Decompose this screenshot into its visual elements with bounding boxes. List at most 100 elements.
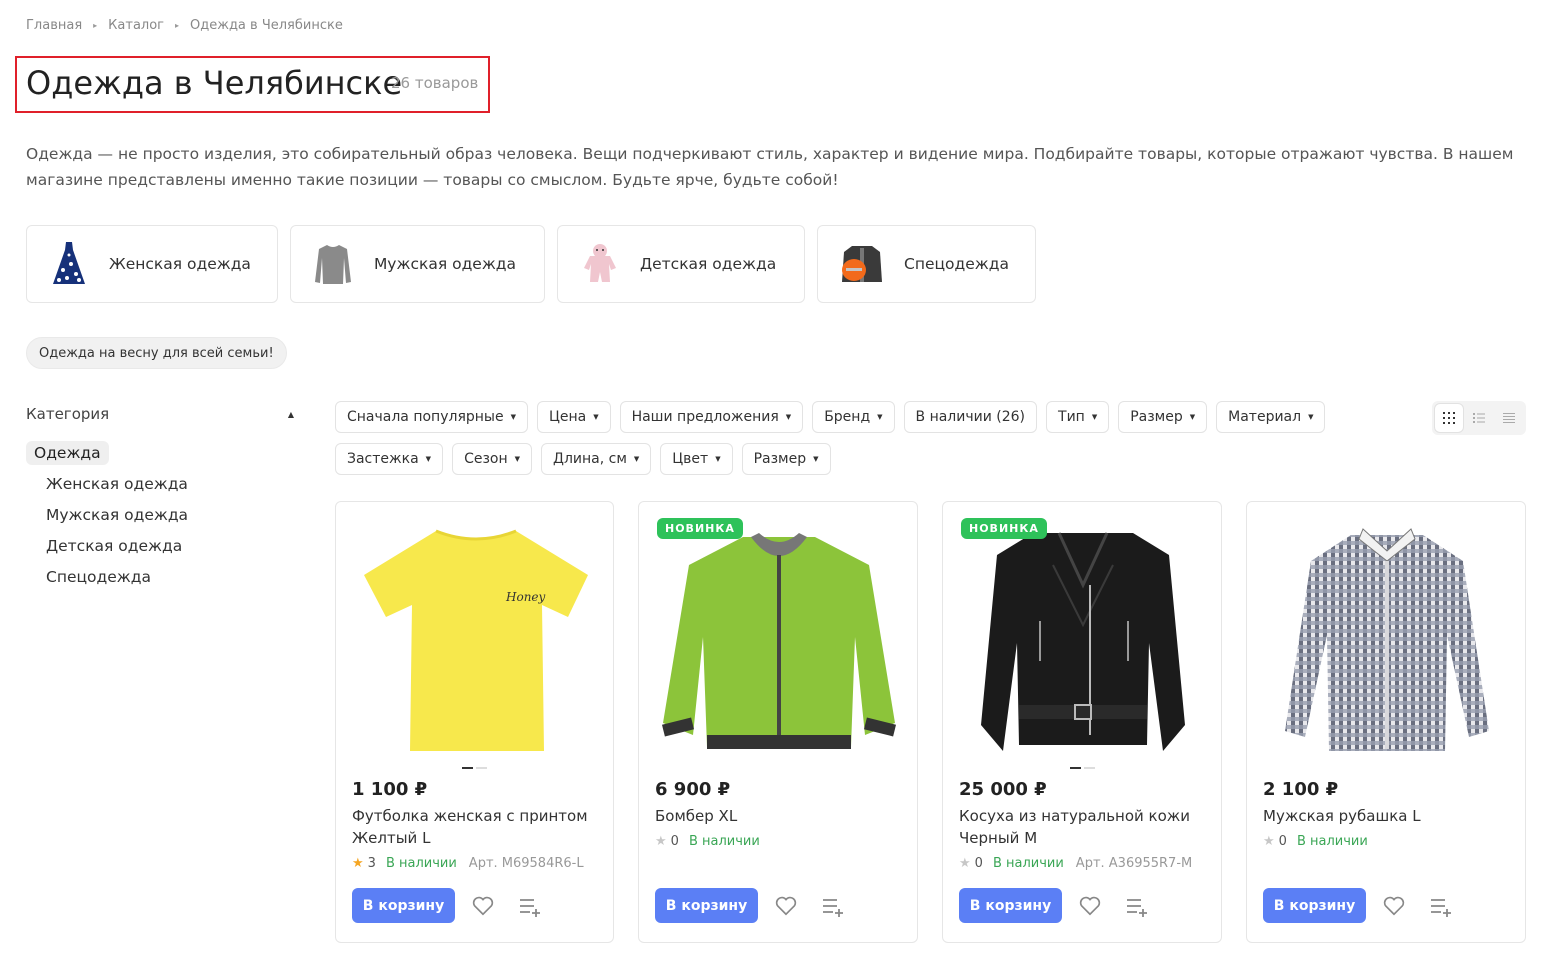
dropdown-arrow-icon: ▼ xyxy=(514,455,521,463)
product-meta: ★ 3 В наличии Арт. M69584R6-L xyxy=(352,856,584,871)
add-to-cart-button[interactable]: В корзину xyxy=(352,888,455,923)
filter-season[interactable]: Сезон ▼ xyxy=(452,443,533,475)
filter-size[interactable]: Размер ▼ xyxy=(1118,401,1208,433)
heart-icon[interactable] xyxy=(775,895,797,917)
page-title: Одежда в Челябинске xyxy=(26,64,403,102)
compare-icon[interactable] xyxy=(1429,895,1453,917)
dropdown-arrow-icon: ▼ xyxy=(813,455,819,463)
heart-icon[interactable] xyxy=(1383,895,1405,917)
chip-label: Цена xyxy=(548,409,587,425)
filter-price[interactable]: Цена ▼ xyxy=(536,401,611,433)
sidebar-item-kids[interactable]: Детская одежда xyxy=(26,531,296,562)
sidebar-item-workwear[interactable]: Спецодежда xyxy=(26,562,296,593)
category-filter-title: Категория xyxy=(26,405,110,423)
star-icon: ★ xyxy=(655,834,667,849)
breadcrumb-catalog[interactable]: Каталог xyxy=(108,18,164,33)
stock-status: В наличии xyxy=(1296,834,1368,849)
svg-text:Honey: Honey xyxy=(505,590,546,604)
workwear-icon xyxy=(840,239,884,289)
tile-workwear[interactable]: Спецодежда xyxy=(817,225,1036,303)
filter-size-2[interactable]: Размер ▼ xyxy=(741,443,831,475)
compare-icon[interactable] xyxy=(821,895,845,917)
filter-offers[interactable]: Наши предложения ▼ xyxy=(619,401,804,433)
promo-tag[interactable]: Одежда на весну для всей семьи! xyxy=(26,337,287,369)
product-count: 26 товаров xyxy=(391,74,479,92)
chip-label: Бренд xyxy=(824,409,871,425)
breadcrumb-separator-icon: ▸ xyxy=(93,21,98,30)
subcategory-tiles: Женская одежда Мужская одежда Детская од… xyxy=(26,225,1036,303)
chip-label: Сначала популярные xyxy=(347,409,504,425)
product-rating: 0 xyxy=(670,834,679,849)
product-meta: ★ 0 В наличии xyxy=(1263,834,1380,849)
compare-icon[interactable] xyxy=(1125,895,1149,917)
filter-length[interactable]: Длина, см ▼ xyxy=(541,443,652,475)
product-card[interactable]: НОВИНКА 25 000 ₽ Косуха из натуральной к… xyxy=(942,501,1222,943)
category-filter-header[interactable]: Категория ▲ xyxy=(26,400,296,428)
image-slider-dots[interactable] xyxy=(943,767,1221,769)
heart-icon[interactable] xyxy=(472,895,494,917)
product-image[interactable] xyxy=(655,516,903,764)
filter-material[interactable]: Материал ▼ xyxy=(1216,401,1326,433)
product-rating: 0 xyxy=(974,856,983,871)
tile-womens-clothing[interactable]: Женская одежда xyxy=(26,225,278,303)
product-card[interactable]: Honey 1 100 ₽ Футболка женская с принтом… xyxy=(335,501,614,943)
chip-label: Размер xyxy=(753,451,807,467)
chip-label: Тип xyxy=(1058,409,1085,425)
dropdown-arrow-icon: ▼ xyxy=(510,413,516,421)
image-slider-dots[interactable] xyxy=(336,767,613,769)
product-image[interactable] xyxy=(1263,516,1511,764)
chip-label: Наши предложения xyxy=(631,409,779,425)
add-to-cart-button[interactable]: В корзину xyxy=(959,888,1062,923)
list-view-icon[interactable] xyxy=(1465,404,1493,432)
category-description: Одежда — не просто изделия, это собирате… xyxy=(26,145,1514,189)
star-icon: ★ xyxy=(1263,834,1275,849)
sidebar-item-mens[interactable]: Мужская одежда xyxy=(26,500,296,531)
product-price: 1 100 ₽ xyxy=(352,779,428,800)
filter-color[interactable]: Цвет ▼ xyxy=(660,443,733,475)
breadcrumb-home[interactable]: Главная xyxy=(26,18,82,33)
baby-suit-icon xyxy=(580,239,620,289)
filter-type[interactable]: Тип ▼ xyxy=(1046,401,1110,433)
heart-icon[interactable] xyxy=(1079,895,1101,917)
stock-status: В наличии xyxy=(385,856,457,871)
product-name[interactable]: Бомбер XL xyxy=(655,805,905,827)
dropdown-arrow-icon: ▼ xyxy=(1091,413,1098,421)
product-image[interactable] xyxy=(959,516,1207,764)
sidebar-subcategories: Женская одежда Мужская одежда Детская од… xyxy=(26,469,296,593)
product-name[interactable]: Мужская рубашка L xyxy=(1263,805,1513,827)
add-to-cart-button[interactable]: В корзину xyxy=(655,888,758,923)
sidebar-item-active[interactable]: Одежда xyxy=(26,441,109,465)
chip-label: Длина, см xyxy=(553,451,627,467)
product-card[interactable]: 2 100 ₽ Мужская рубашка L ★ 0 В наличии … xyxy=(1246,501,1526,943)
tile-label: Женская одежда xyxy=(109,255,251,273)
filter-fastener[interactable]: Застежка ▼ xyxy=(335,443,444,475)
chip-label: Размер xyxy=(1130,409,1183,425)
grid-view-icon[interactable] xyxy=(1435,404,1463,432)
tile-mens-clothing[interactable]: Мужская одежда xyxy=(290,225,545,303)
breadcrumb: Главная ▸ Каталог ▸ Одежда в Челябинске xyxy=(26,18,343,33)
tile-kids-clothing[interactable]: Детская одежда xyxy=(557,225,805,303)
product-meta: ★ 0 В наличии Арт. A36955R7-M xyxy=(959,856,1192,871)
chip-label: Сезон xyxy=(464,451,508,467)
stock-status: В наличии xyxy=(992,856,1064,871)
filter-brand[interactable]: Бренд ▼ xyxy=(812,401,895,433)
dropdown-arrow-icon: ▼ xyxy=(785,413,792,421)
view-mode-switcher xyxy=(1432,401,1526,435)
compare-icon[interactable] xyxy=(518,895,542,917)
product-name[interactable]: Косуха из натуральной кожи Черный M xyxy=(959,805,1209,849)
filter-in-stock[interactable]: В наличии (26) xyxy=(903,401,1038,433)
sidebar-item-womens[interactable]: Женская одежда xyxy=(26,469,296,500)
filter-bar: Сначала популярные ▼ Цена ▼ Наши предложен… xyxy=(335,401,1430,475)
product-article: Арт. M69584R6-L xyxy=(468,856,584,871)
table-view-icon[interactable] xyxy=(1495,404,1523,432)
product-card[interactable]: НОВИНКА 6 900 ₽ Бомбер XL ★ 0 В наличии … xyxy=(638,501,918,943)
caret-up-icon: ▲ xyxy=(287,409,294,419)
breadcrumb-current: Одежда в Челябинске xyxy=(190,18,343,33)
add-to-cart-button[interactable]: В корзину xyxy=(1263,888,1366,923)
product-rating: 0 xyxy=(1278,834,1287,849)
tile-label: Детская одежда xyxy=(640,255,777,273)
chip-label: Цвет xyxy=(672,451,709,467)
product-name[interactable]: Футболка женская с принтом Желтый L xyxy=(352,805,602,849)
product-image[interactable]: Honey xyxy=(352,516,600,764)
sort-dropdown[interactable]: Сначала популярные ▼ xyxy=(335,401,528,433)
